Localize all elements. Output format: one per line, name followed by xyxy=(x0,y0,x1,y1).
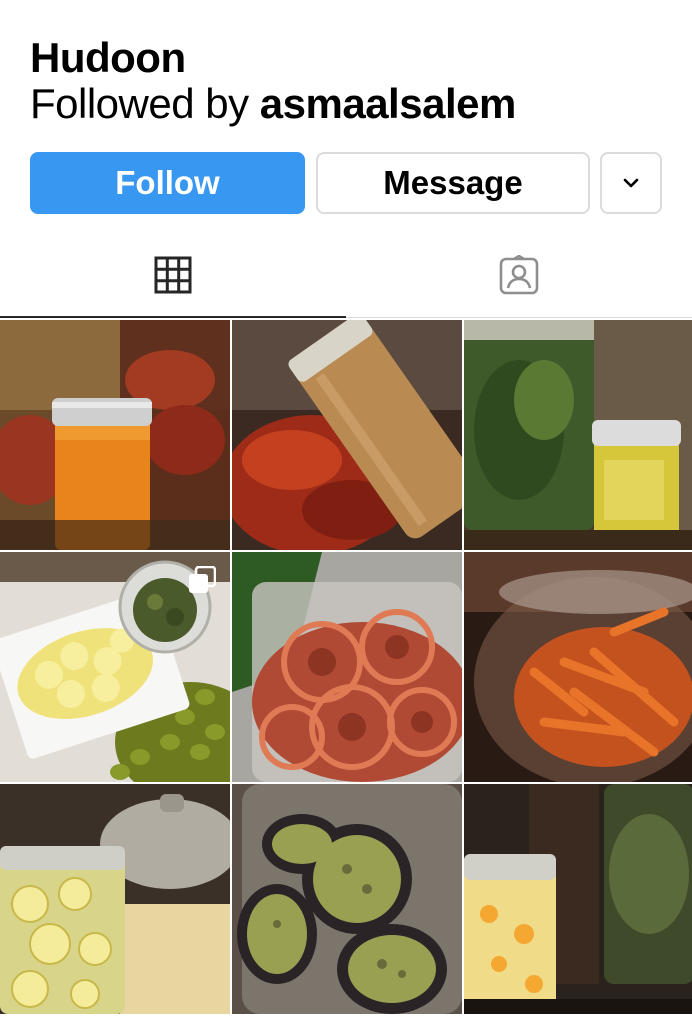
post-image xyxy=(0,784,230,1014)
post-tile[interactable] xyxy=(464,552,692,782)
post-image xyxy=(0,320,230,550)
post-tile[interactable] xyxy=(232,320,462,550)
posts-grid xyxy=(0,320,692,1024)
chevron-down-icon xyxy=(623,178,639,188)
multiple-photos-icon xyxy=(189,566,216,593)
post-image xyxy=(464,552,692,782)
post-image xyxy=(232,320,462,550)
more-options-button[interactable] xyxy=(600,152,662,214)
profile-tabs xyxy=(0,232,692,318)
tab-posts-grid[interactable] xyxy=(0,232,346,318)
tab-divider xyxy=(346,317,692,318)
active-tab-indicator xyxy=(0,316,346,318)
profile-name: Hudoon xyxy=(30,34,186,81)
followed-by-prefix: Followed by xyxy=(30,80,260,127)
post-image xyxy=(232,552,462,782)
post-tile[interactable] xyxy=(464,320,692,550)
follow-button[interactable]: Follow xyxy=(30,152,305,214)
post-tile[interactable] xyxy=(464,784,692,1014)
post-tile[interactable] xyxy=(0,784,230,1014)
post-tile[interactable] xyxy=(232,784,462,1014)
post-image xyxy=(464,784,692,1014)
followed-by-text[interactable]: Followed by asmaalsalem xyxy=(30,80,516,128)
message-button[interactable]: Message xyxy=(316,152,590,214)
tagged-person-icon xyxy=(499,255,539,295)
tab-tagged[interactable] xyxy=(346,232,692,318)
post-tile[interactable] xyxy=(232,552,462,782)
post-image xyxy=(464,320,692,550)
post-image xyxy=(232,784,462,1014)
post-tile[interactable] xyxy=(0,552,230,782)
grid-icon xyxy=(154,256,192,294)
post-tile[interactable] xyxy=(0,320,230,550)
followed-by-user[interactable]: asmaalsalem xyxy=(260,80,517,127)
